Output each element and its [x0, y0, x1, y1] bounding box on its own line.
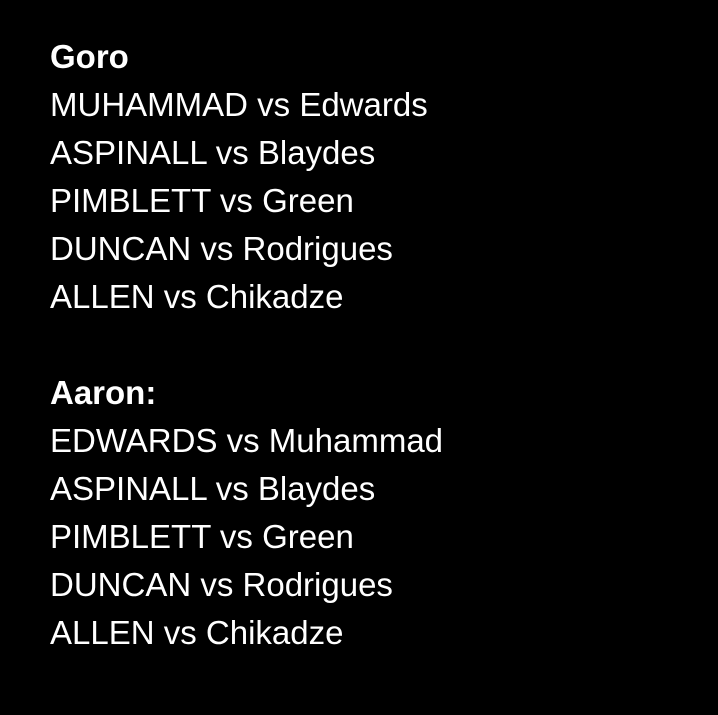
goro-heading: Goro	[50, 38, 129, 75]
aaron-pick-4: DUNCAN vs Rodrigues	[50, 566, 393, 603]
goro-pick-1: MUHAMMAD vs Edwards	[50, 86, 428, 123]
goro-pick-5: ALLEN vs Chikadze	[50, 278, 344, 315]
goro-picks-section: Goro MUHAMMAD vs Edwards ASPINALL vs Bla…	[50, 33, 690, 321]
aaron-heading: Aaron:	[50, 374, 157, 411]
aaron-pick-3: PIMBLETT vs Green	[50, 518, 354, 555]
picks-document: Goro MUHAMMAD vs Edwards ASPINALL vs Bla…	[50, 33, 690, 657]
goro-pick-3: PIMBLETT vs Green	[50, 182, 354, 219]
goro-pick-2: ASPINALL vs Blaydes	[50, 134, 376, 171]
aaron-pick-2: ASPINALL vs Blaydes	[50, 470, 376, 507]
aaron-picks-section: Aaron: EDWARDS vs Muhammad ASPINALL vs B…	[50, 369, 690, 657]
goro-pick-4: DUNCAN vs Rodrigues	[50, 230, 393, 267]
aaron-pick-1: EDWARDS vs Muhammad	[50, 422, 444, 459]
aaron-pick-5: ALLEN vs Chikadze	[50, 614, 344, 651]
